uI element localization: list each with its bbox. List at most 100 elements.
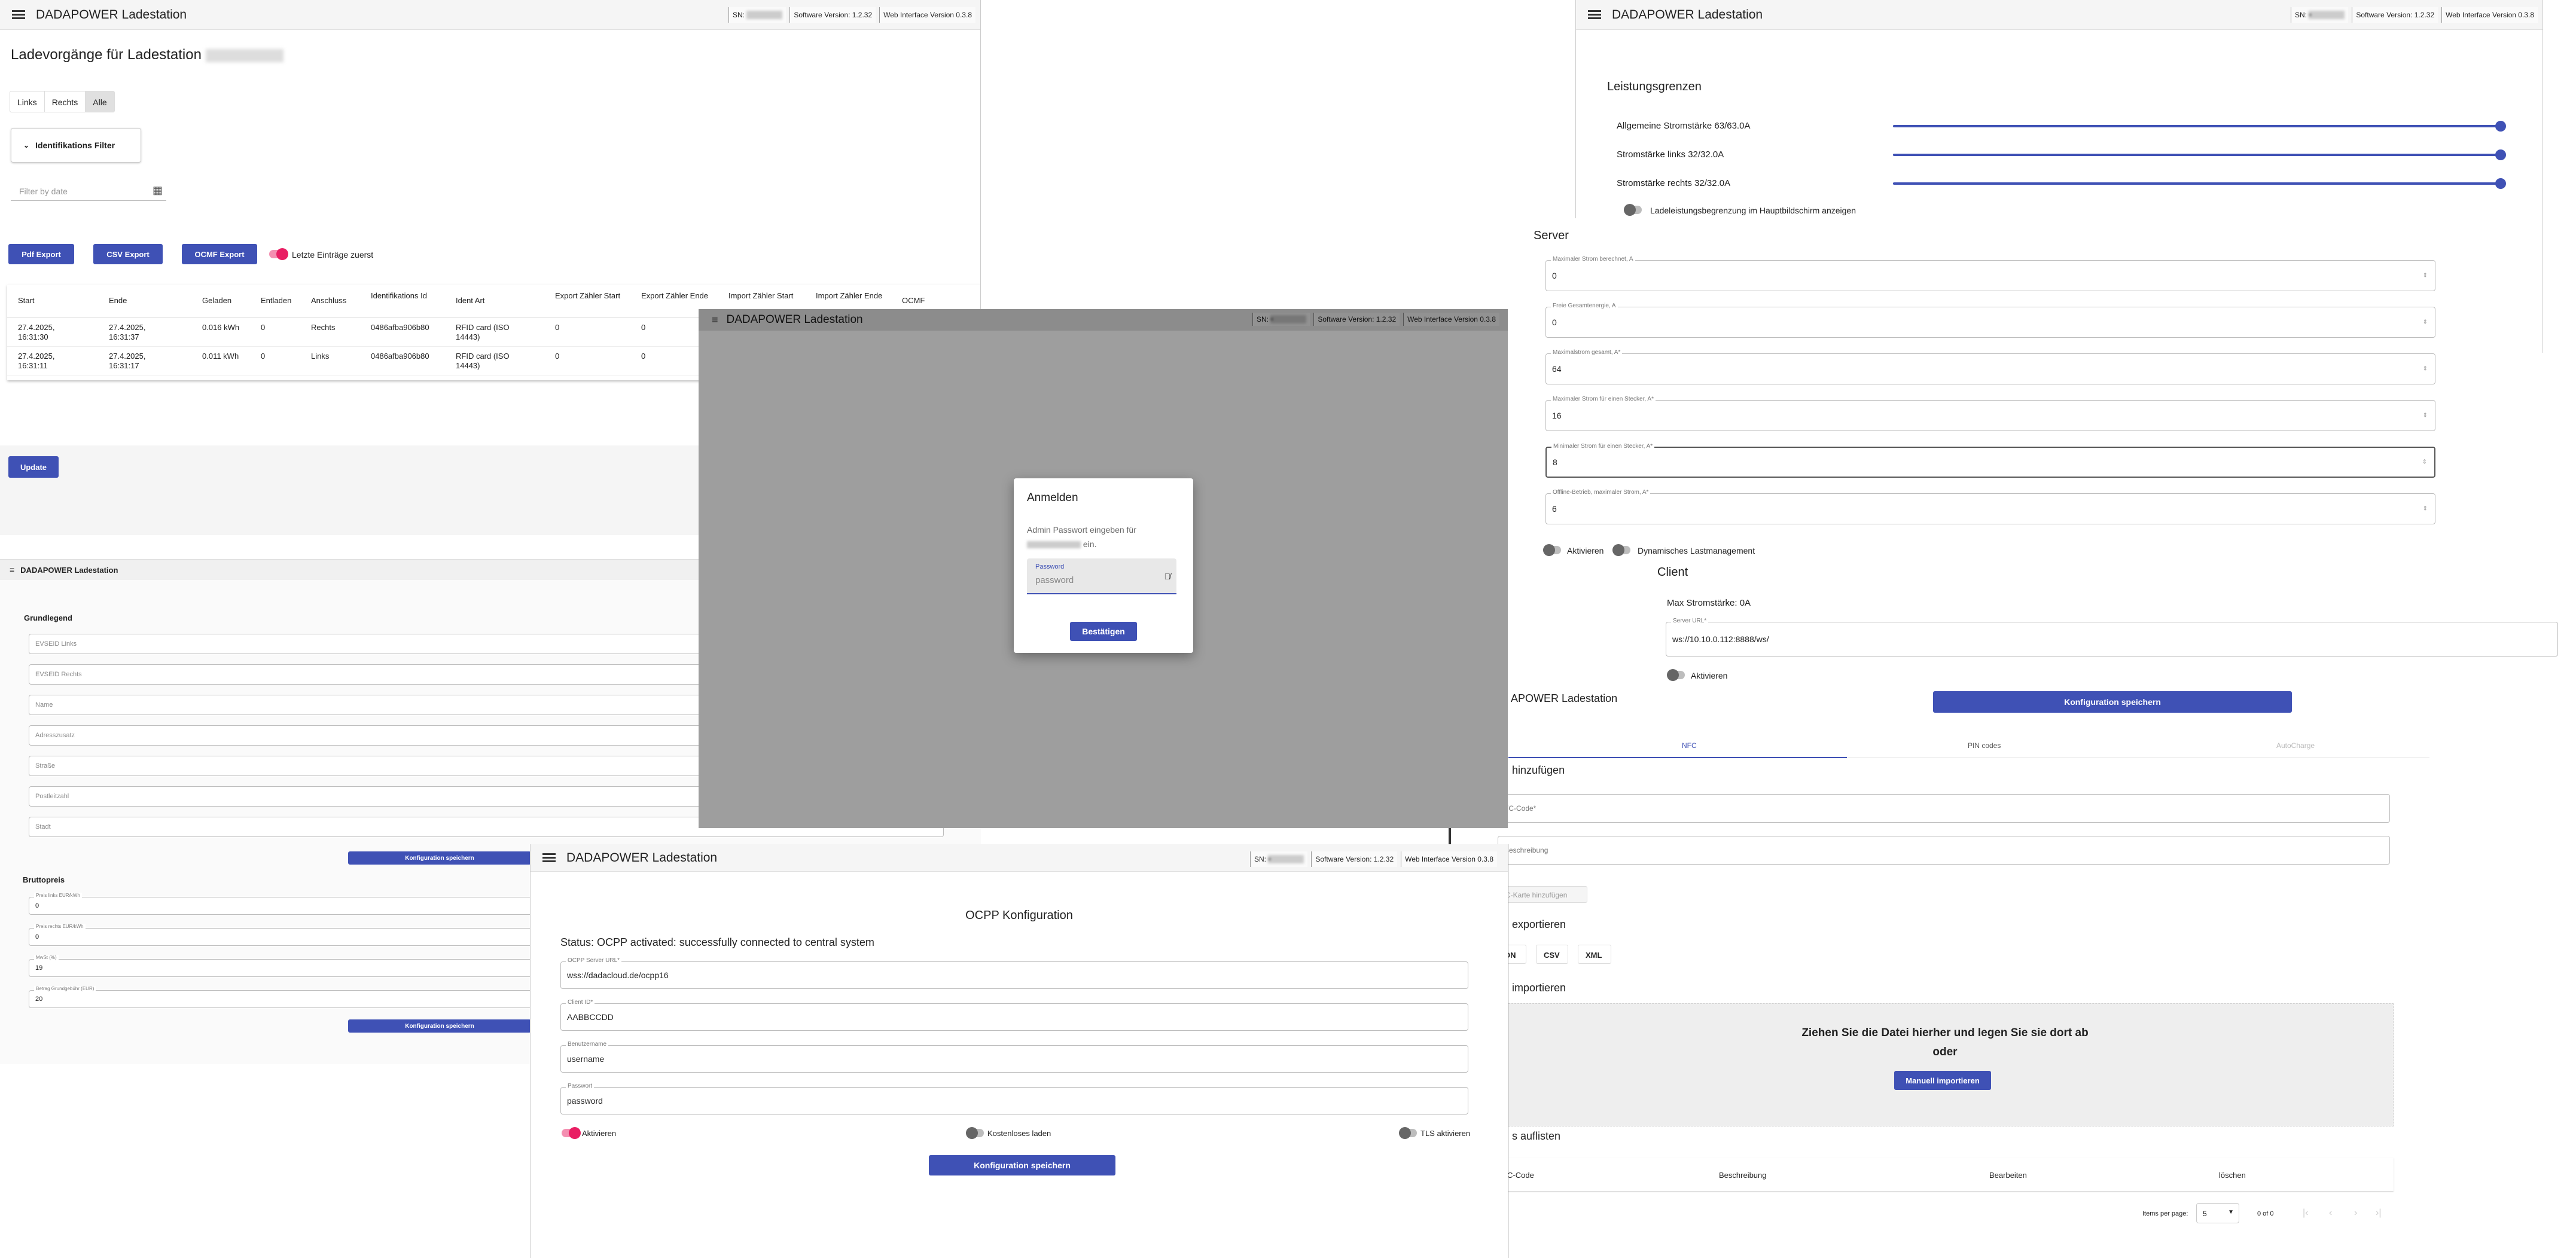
menu-icon[interactable]	[1588, 10, 1601, 20]
slider-thumb[interactable]	[2495, 178, 2506, 189]
price-input[interactable]: Betrag Grundgebühr (EUR) 20	[29, 986, 537, 1008]
col-delete: löschen	[2219, 1171, 2246, 1180]
tab-rechts[interactable]: Rechts	[45, 91, 86, 112]
stepper-icon[interactable]: ⇕	[2423, 319, 2428, 326]
save-price-button[interactable]: Konfiguration speichern	[348, 1019, 531, 1033]
add-section-title: hinzufügen	[1512, 764, 1565, 776]
tab-alle[interactable]: Alle	[86, 91, 114, 112]
slider-thumb[interactable]	[2495, 149, 2506, 160]
server-input[interactable]: Maximaler Strom für einen Stecker, A* 16 ⇕	[1545, 396, 2435, 431]
nfc-description-placeholder: Beschreibung	[1504, 846, 1548, 854]
show-limit-toggle[interactable]	[1624, 204, 1642, 216]
add-card-button[interactable]: C-Karte hinzufügen	[1498, 886, 1587, 903]
import-section-title: importieren	[1512, 982, 1566, 994]
slider-thumb[interactable]	[2495, 121, 2506, 132]
tls-toggle[interactable]	[1399, 1127, 1417, 1139]
ocpp-activate-toggle[interactable]	[562, 1127, 581, 1139]
server-input[interactable]: Minimaler Strom für einen Stecker, A* 8 ⇕	[1545, 443, 2435, 478]
price-input-value: 0	[35, 933, 39, 941]
server-url-field[interactable]: Server URL* ws://10.10.0.112:8888/ws/	[1666, 618, 2558, 657]
divider	[1449, 828, 1451, 846]
col-code: C-Code	[1507, 1171, 1534, 1180]
pdf-export-button[interactable]: Pdf Export	[8, 244, 74, 264]
stepper-icon[interactable]: ⇕	[2423, 413, 2428, 419]
last-page-icon[interactable]: ›|	[2376, 1208, 2381, 1219]
stepper-icon[interactable]: ⇕	[2422, 459, 2427, 466]
export-csv-button[interactable]: CSV	[1536, 945, 1568, 964]
dynamic-load-toggle[interactable]	[1612, 544, 1630, 556]
server-input[interactable]: Maximaler Strom berechnet, A 0 ⇕	[1545, 256, 2435, 291]
file-drop-zone[interactable]: Ziehen Sie die Datei hierher und legen S…	[1496, 1003, 2394, 1126]
update-button[interactable]: Update	[8, 456, 59, 478]
column-header: Identifikations Id	[371, 291, 427, 300]
menu-icon[interactable]: ≡	[10, 565, 14, 575]
server-input[interactable]: Maximalstrom gesamt, A* 64 ⇕	[1545, 349, 2435, 384]
server-input-value: 16	[1552, 411, 1562, 420]
nfc-description-input[interactable]: Beschreibung	[1498, 836, 2390, 865]
ocpp-input[interactable]: Client ID* AABBCCDD	[560, 999, 1468, 1031]
stepper-icon[interactable]: ⇕	[2423, 273, 2428, 279]
ocpp-input-value: wss://dadacloud.de/ocpp16	[567, 970, 669, 980]
price-input[interactable]: Preis rechts EUR/kWh 0	[29, 924, 537, 946]
export-xml-button[interactable]: XML	[1578, 945, 1611, 964]
prev-page-icon[interactable]: ‹	[2329, 1208, 2332, 1219]
menu-icon[interactable]	[542, 853, 556, 863]
server-activate-toggle[interactable]	[1543, 544, 1561, 556]
server-input-label: Maximaler Strom berechnet, A	[1551, 256, 1635, 262]
date-filter[interactable]: Filter by date ▦	[11, 183, 166, 201]
column-header: Import Zähler Ende	[816, 291, 883, 300]
basic-input-placeholder: EVSEID Links	[35, 640, 77, 648]
ocpp-input[interactable]: Passwort password	[560, 1083, 1468, 1115]
free-charging-toggle[interactable]	[966, 1127, 984, 1139]
ocpp-save-button[interactable]: Konfiguration speichern	[929, 1155, 1115, 1175]
server-input-label: Freie Gesamtenergie, A	[1551, 303, 1618, 309]
slider-track[interactable]	[1893, 121, 2506, 132]
page-title: Ladevorgänge für Ladestation	[11, 47, 283, 63]
first-page-icon[interactable]: |‹	[2303, 1208, 2308, 1219]
login-dialog: Anmelden Admin Passwort eingeben für ein…	[1014, 478, 1193, 653]
slider-track[interactable]	[1893, 149, 2506, 160]
price-input-label: Preis rechts EUR/kWh	[34, 924, 86, 929]
tab-autocharge[interactable]: AutoCharge	[2276, 741, 2315, 750]
visibility-off-icon[interactable]: 👁̸	[1164, 572, 1171, 581]
save-basic-button[interactable]: Konfiguration speichern	[348, 851, 531, 865]
newest-first-toggle[interactable]	[269, 248, 288, 260]
table-cell: 0	[641, 352, 646, 361]
stepper-icon[interactable]: ⇕	[2423, 366, 2428, 372]
tab-pin-codes[interactable]: PIN codes	[1968, 741, 2001, 750]
client-activate-toggle[interactable]	[1667, 669, 1685, 681]
serial-number: SN: •	[1252, 313, 1310, 326]
ocpp-input-value: username	[567, 1054, 605, 1064]
confirm-button[interactable]: Bestätigen	[1070, 622, 1137, 641]
nfc-code-input[interactable]: FC-Code*	[1498, 794, 2390, 823]
price-input[interactable]: MwSt (%) 19	[29, 955, 537, 977]
csv-export-button[interactable]: CSV Export	[93, 244, 163, 264]
slider-track[interactable]	[1893, 178, 2506, 189]
price-input[interactable]: Preis links EUR/kWh 0	[29, 893, 537, 915]
items-per-page-select[interactable]: 5 ▼	[2196, 1203, 2239, 1223]
tab-nfc[interactable]: NFC	[1682, 741, 1697, 750]
ocmf-export-button[interactable]: OCMF Export	[182, 244, 257, 264]
manual-import-button[interactable]: Manuell importieren	[1894, 1071, 1991, 1090]
identification-filter-expander[interactable]: ⌄ Identifikations Filter	[11, 128, 141, 163]
ocpp-input-label: Benutzername	[566, 1041, 609, 1048]
slider-label: Stromstärke rechts 32/32.0A	[1617, 178, 1731, 188]
tab-links[interactable]: Links	[10, 91, 45, 112]
ocpp-input[interactable]: OCPP Server URL* wss://dadacloud.de/ocpp1…	[560, 957, 1468, 989]
server-input[interactable]: Freie Gesamtenergie, A 0 ⇕	[1545, 303, 2435, 338]
serial-number: SN: •	[1250, 851, 1308, 867]
app-title: DADAPOWER Ladestation	[566, 850, 718, 865]
menu-icon[interactable]: ≡	[712, 314, 718, 326]
stepper-icon[interactable]: ⇕	[2423, 506, 2428, 512]
drop-text: Ziehen Sie die Datei hierher und legen S…	[1801, 1027, 2089, 1039]
items-per-page-label: Items per page:	[2142, 1210, 2188, 1217]
price-input-value: 0	[35, 902, 39, 909]
password-field[interactable]: Password password 👁̸	[1027, 558, 1176, 594]
ocpp-input[interactable]: Benutzername username	[560, 1041, 1468, 1073]
calendar-icon[interactable]: ▦	[153, 184, 163, 197]
menu-icon[interactable]	[12, 10, 25, 20]
login-text-2: ein.	[1027, 539, 1096, 549]
client-save-button[interactable]: Konfiguration speichern	[1933, 691, 2292, 713]
server-input[interactable]: Offline-Betrieb, maximaler Strom, A* 6 ⇕	[1545, 489, 2435, 524]
next-page-icon[interactable]: ›	[2354, 1208, 2357, 1219]
